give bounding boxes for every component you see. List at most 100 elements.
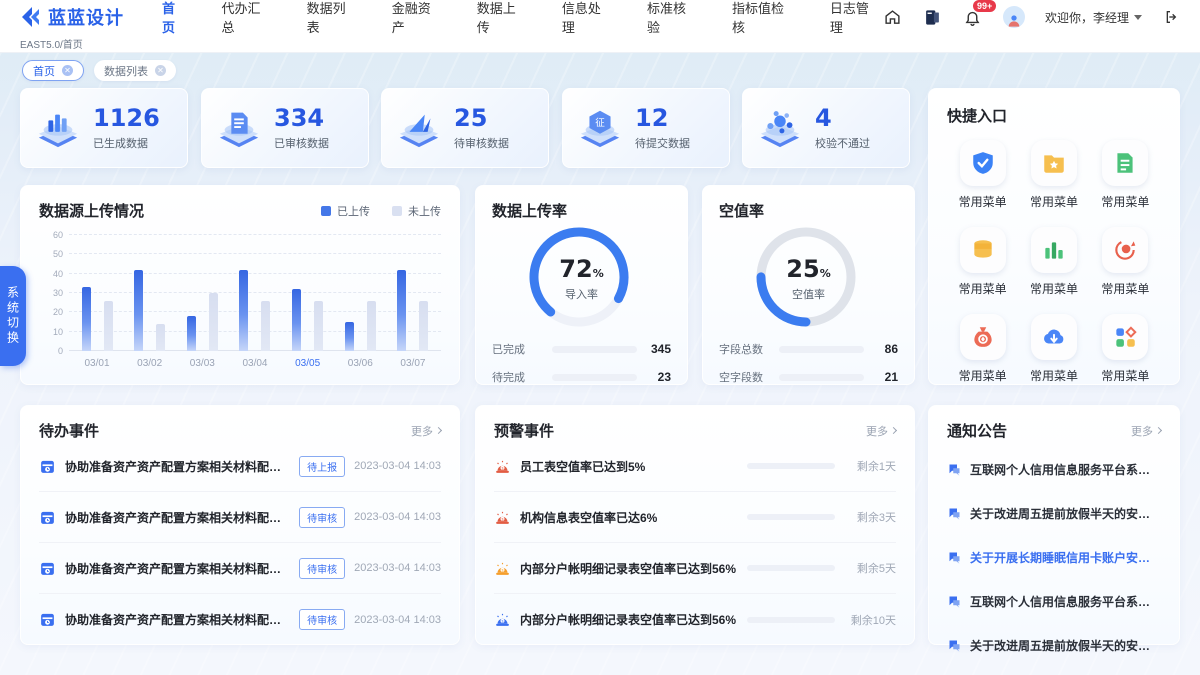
alert-row[interactable]: $ 内部分户帐明细记录表空值率已达到56% 剩余5天: [494, 543, 896, 594]
todo-status-tag: 待审核: [299, 507, 345, 528]
quick-entry-label: 常用菜单: [959, 367, 1007, 384]
notice-row[interactable]: 关于改进周五提前放假半天的安排通知: [947, 491, 1161, 535]
stat-card-pending-submit[interactable]: 征 12 待提交数据: [562, 88, 730, 168]
alert-remaining: 剩余1天: [844, 458, 896, 474]
alert-text: 机构信息表空值率已达6%: [520, 509, 738, 526]
x-axis-tick[interactable]: 03/04: [233, 358, 277, 369]
x-axis-tick[interactable]: 03/05: [286, 358, 330, 369]
quick-entry-item[interactable]: 常用菜单: [947, 314, 1018, 384]
user-menu[interactable]: 欢迎你，李经理: [1045, 9, 1142, 26]
alert-progress-track: [747, 617, 835, 623]
close-icon[interactable]: ✕: [62, 65, 73, 76]
x-axis-tick[interactable]: 03/01: [75, 358, 119, 369]
progress-label: 空字段数: [719, 369, 771, 385]
bar-not-uploaded: [104, 301, 113, 351]
progress-label: 已完成: [492, 341, 544, 357]
logo-text: 蓝蓝设计: [48, 4, 124, 30]
notice-row[interactable]: 关于开展长期睡眠信用卡账户安全管理...: [947, 535, 1161, 579]
bar-group[interactable]: [286, 235, 330, 351]
message-icon: [947, 638, 962, 653]
quick-entry-item[interactable]: 常用菜单: [1090, 140, 1161, 210]
x-axis-tick[interactable]: 03/06: [338, 358, 382, 369]
y-axis-tick: 60: [39, 230, 63, 240]
stat-card-failed-check[interactable]: 4 校验不通过: [742, 88, 910, 168]
panel-title: 预警事件: [494, 420, 554, 441]
x-axis-tick[interactable]: 03/03: [180, 358, 224, 369]
system-switch-tab[interactable]: 系统切换: [0, 266, 26, 366]
progress-row: 空字段数 21: [719, 369, 898, 385]
progress-row: 字段总数 86: [719, 341, 898, 357]
bar-uploaded: [397, 270, 406, 351]
stat-card-reviewed[interactable]: 334 已审核数据: [201, 88, 369, 168]
quick-entry-item[interactable]: 常用菜单: [1018, 227, 1089, 297]
calendar-icon: [39, 560, 56, 577]
alerts-more-link[interactable]: 更多: [866, 423, 896, 439]
todo-status-tag: 待审核: [299, 558, 345, 579]
bar-group[interactable]: [338, 235, 382, 351]
bar-not-uploaded: [367, 301, 376, 351]
app-logo[interactable]: 蓝蓝设计: [18, 4, 124, 30]
bell-icon[interactable]: 99+: [963, 7, 983, 27]
svg-text:征: 征: [595, 118, 605, 129]
notice-row[interactable]: 关于改进周五提前放假半天的安排通知: [947, 623, 1161, 667]
quick-entry-label: 常用菜单: [1101, 193, 1149, 210]
notice-list: 互联网个人信用信息服务平台系统公告 关于改进周五提前放假半天的安排通知 关于开展…: [947, 447, 1161, 667]
bar-uploaded: [134, 270, 143, 351]
progress-track: [552, 346, 637, 353]
bar-group[interactable]: [391, 235, 435, 351]
todo-row[interactable]: 协助准备资产资产配置方案相关材料配置方案 待上报 2023-03-04 14:0…: [39, 441, 441, 492]
x-axis-tick[interactable]: 03/07: [391, 358, 435, 369]
panel-title: 待办事件: [39, 420, 99, 441]
quick-entry-item[interactable]: 常用菜单: [947, 140, 1018, 210]
notice-row[interactable]: 互联网个人信用信息服务平台系统公告: [947, 447, 1161, 491]
close-icon[interactable]: ✕: [155, 65, 166, 76]
calendar-icon: [39, 458, 56, 475]
quick-entry-item[interactable]: 常用菜单: [1018, 140, 1089, 210]
null-rate-gauge: 25% 空值率: [754, 225, 864, 329]
bar-group[interactable]: [128, 235, 172, 351]
todo-row[interactable]: 协助准备资产资产配置方案相关材料配置方案相关... 待审核 2023-03-04…: [39, 492, 441, 543]
notice-row[interactable]: 互联网个人信用信息服务平台系统公告: [947, 579, 1161, 623]
alert-row[interactable]: $ 机构信息表空值率已达6% 剩余3天: [494, 492, 896, 543]
progress-value: 23: [645, 370, 671, 384]
alarm-icon: $: [494, 458, 511, 475]
tag-home[interactable]: 首页 ✕: [22, 60, 84, 81]
bar-cube-icon: [35, 105, 81, 151]
quick-entry-panel: 快捷入口 常用菜单 常用菜单 常用菜单 常用菜单 常用菜单 常用菜单 常用菜单: [928, 88, 1180, 385]
legend-swatch-uploaded: [321, 206, 331, 216]
bar-uploaded: [292, 289, 301, 351]
bar-not-uploaded: [209, 293, 218, 351]
home-icon[interactable]: [883, 7, 903, 27]
quick-entry-item[interactable]: 常用菜单: [1090, 227, 1161, 297]
logout-icon[interactable]: [1162, 7, 1182, 27]
notice-text: 关于开展长期睡眠信用卡账户安全管理...: [970, 549, 1161, 566]
quick-entry-item[interactable]: 常用菜单: [1090, 314, 1161, 384]
quick-entry-item[interactable]: 常用菜单: [947, 227, 1018, 297]
todo-row[interactable]: 协助准备资产资产配置方案相关材料配置方案 待审核 2023-03-04 14:0…: [39, 543, 441, 594]
alert-row[interactable]: $ 内部分户帐明细记录表空值率已达到56% 剩余10天: [494, 594, 896, 645]
alert-text: 内部分户帐明细记录表空值率已达到56%: [520, 560, 738, 577]
bar-group[interactable]: [75, 235, 119, 351]
tag-data-list[interactable]: 数据列表 ✕: [94, 60, 176, 81]
stat-card-generated[interactable]: 1126 已生成数据: [20, 88, 188, 168]
todo-row[interactable]: 协助准备资产资产配置方案相关材料配置方案相关... 待审核 2023-03-04…: [39, 594, 441, 645]
alert-row[interactable]: $ 员工表空值率已达到5% 剩余1天: [494, 441, 896, 492]
stat-card-pending-review[interactable]: 25 待审核数据: [381, 88, 549, 168]
progress-rows: 字段总数 86 空字段数 21: [719, 341, 898, 385]
sync-icon: [1102, 227, 1148, 273]
bar-not-uploaded: [261, 301, 270, 351]
x-axis-tick[interactable]: 03/02: [128, 358, 172, 369]
bar-group[interactable]: [180, 235, 224, 351]
bar-uploaded: [239, 270, 248, 351]
bar-group[interactable]: [233, 235, 277, 351]
bar-chart: 0102030405060: [39, 235, 441, 351]
notices-more-link[interactable]: 更多: [1131, 423, 1161, 439]
database-icon: [960, 227, 1006, 273]
todo-text: 协助准备资产资产配置方案相关材料配置方案相关...: [65, 509, 290, 526]
avatar[interactable]: [1003, 6, 1025, 28]
todo-more-link[interactable]: 更多: [411, 423, 441, 439]
handbook-icon[interactable]: [923, 7, 943, 27]
more-label: 更多: [866, 423, 888, 439]
quick-entry-item[interactable]: 常用菜单: [1018, 314, 1089, 384]
alert-text: 内部分户帐明细记录表空值率已达到56%: [520, 611, 738, 628]
